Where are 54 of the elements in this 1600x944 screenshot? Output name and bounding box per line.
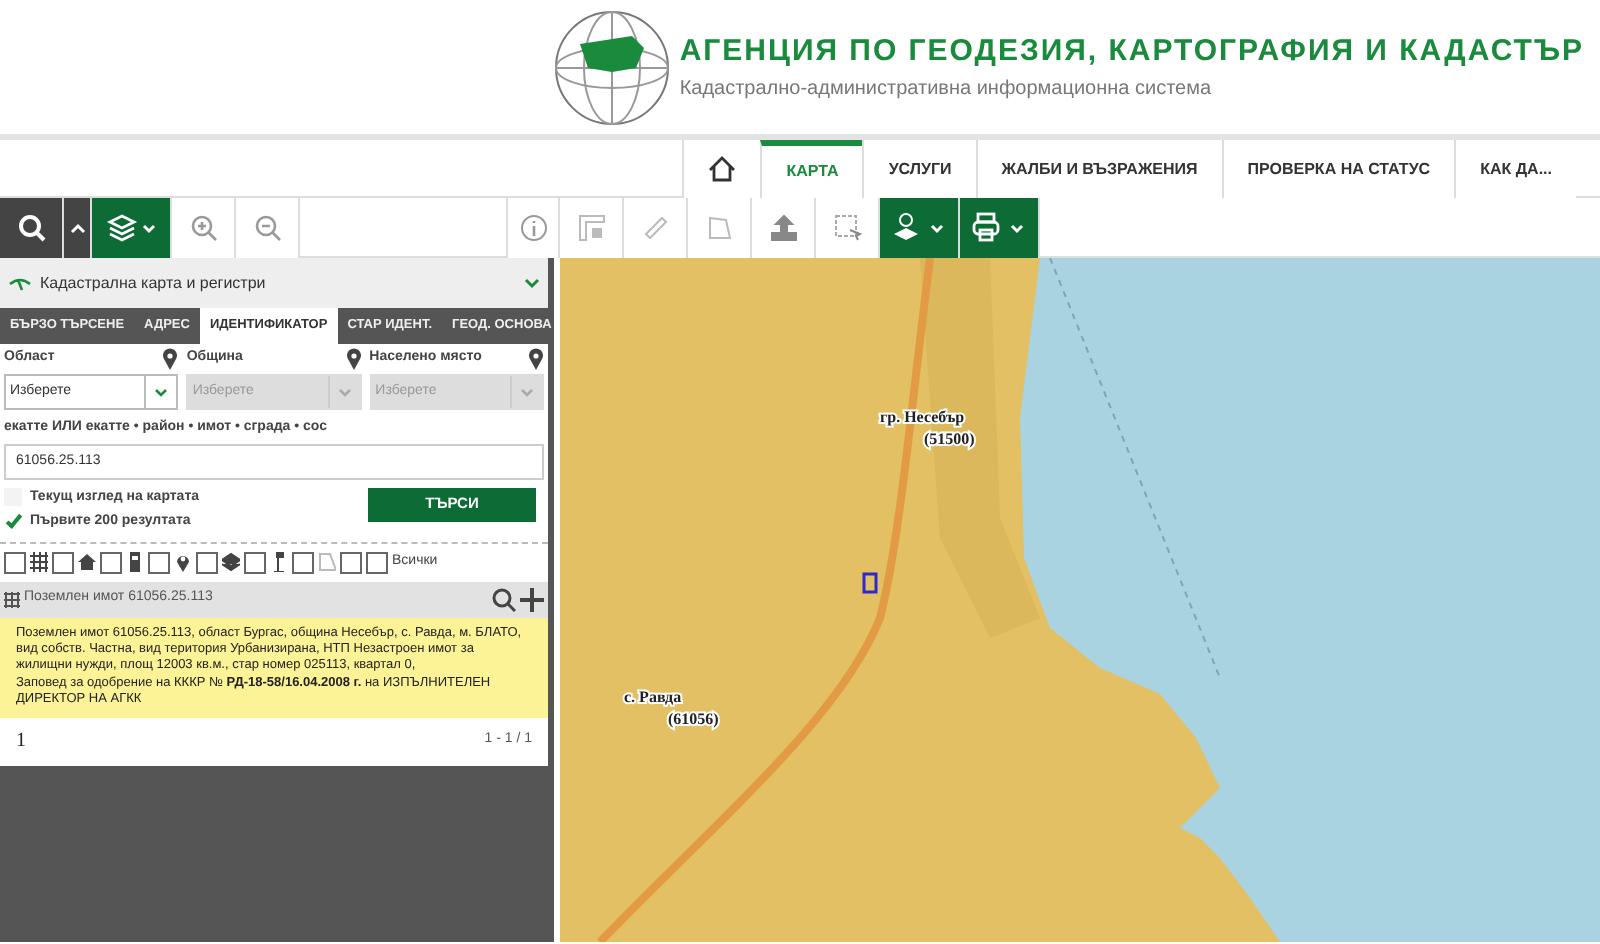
house-icon (78, 552, 96, 572)
map-view[interactable]: гр. Несебър (51500) с. Равда (61056) (560, 258, 1600, 942)
filter-checkbox[interactable] (52, 551, 74, 573)
plus-icon[interactable] (520, 587, 544, 611)
info-icon[interactable] (508, 198, 560, 258)
grid-icon (30, 552, 48, 572)
page-number[interactable]: 1 (16, 726, 26, 757)
identify-icon (891, 212, 947, 244)
nav-tab[interactable]: ПРОВЕРКА НА СТАТУС (1221, 140, 1455, 198)
pin-icon[interactable] (162, 348, 179, 370)
chevron-icon[interactable] (524, 277, 540, 289)
filter-checkbox[interactable] (292, 551, 314, 573)
layers-icon (105, 214, 157, 242)
polygon-icon (318, 552, 336, 572)
system-subtitle: Кадастрално-административна информационна система (679, 76, 1214, 105)
building-icon (126, 552, 144, 572)
agency-title: АГЕНЦИЯ ПО ГЕОДЕЗИЯ, КАРТОГРАФИЯ И КАДАСТЪР (679, 31, 1584, 72)
pin-icon[interactable] (345, 348, 362, 370)
home-icon[interactable] (682, 140, 761, 198)
filter-checkbox[interactable] (244, 551, 266, 573)
filter-checkbox[interactable] (366, 551, 388, 573)
search-icon (17, 214, 45, 242)
place-name: гр. Несебър (880, 408, 965, 426)
nav-tab[interactable]: КАРТА (760, 140, 863, 198)
tool-icon (8, 275, 32, 291)
filter-checkbox[interactable] (100, 551, 122, 573)
filter-checkbox[interactable] (340, 551, 362, 573)
place-name: с. Равда (624, 688, 682, 706)
search-icon[interactable] (492, 587, 516, 611)
checkbox[interactable] (4, 513, 22, 532)
search-button[interactable] (0, 198, 64, 258)
zoom-out-icon[interactable] (236, 198, 300, 258)
panel-title: Кадастрална карта и регистри (40, 271, 266, 295)
print-button[interactable] (960, 198, 1040, 258)
nav-tab[interactable]: КАК ДА... (1454, 140, 1576, 198)
filter-checkbox[interactable] (196, 551, 218, 573)
pin-icon (174, 552, 192, 572)
filter-checkbox[interactable] (4, 551, 26, 573)
caret-icon[interactable] (64, 198, 92, 258)
layers-icon (222, 552, 240, 572)
sign-post-icon (270, 552, 288, 572)
layers-button[interactable] (92, 198, 172, 258)
pin-icon[interactable] (527, 348, 544, 370)
place-code: (51500) (924, 430, 975, 448)
identify-button[interactable] (880, 198, 960, 258)
grid-icon (4, 591, 20, 607)
parcel-marker[interactable] (862, 572, 878, 594)
filter-checkbox[interactable] (148, 551, 170, 573)
print-icon (971, 212, 1027, 244)
nav-tab[interactable]: УСЛУГИ (862, 140, 976, 198)
zoom-in-icon[interactable] (172, 198, 236, 258)
place-code: (61056) (668, 710, 719, 728)
nav-tab[interactable]: ЖАЛБИ И ВЪЗРАЖЕНИЯ (975, 140, 1222, 198)
globe-logo-icon (551, 7, 672, 127)
